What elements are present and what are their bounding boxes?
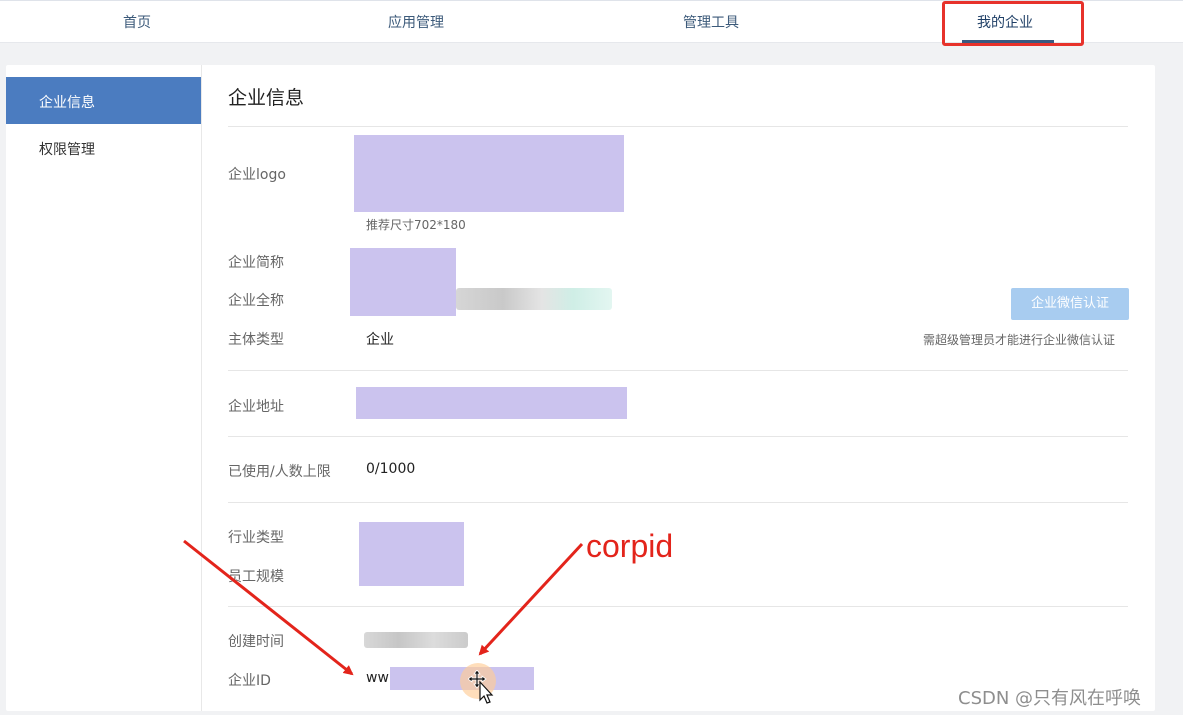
watermark: CSDN @只有风在呼唤: [958, 688, 1142, 709]
move-cursor-icon: [468, 670, 494, 704]
arrow-corpid: [478, 542, 584, 656]
annotation-arrows: [183, 539, 584, 676]
corpid-annotation: corpid: [586, 528, 674, 564]
arrow-left: [183, 539, 354, 676]
